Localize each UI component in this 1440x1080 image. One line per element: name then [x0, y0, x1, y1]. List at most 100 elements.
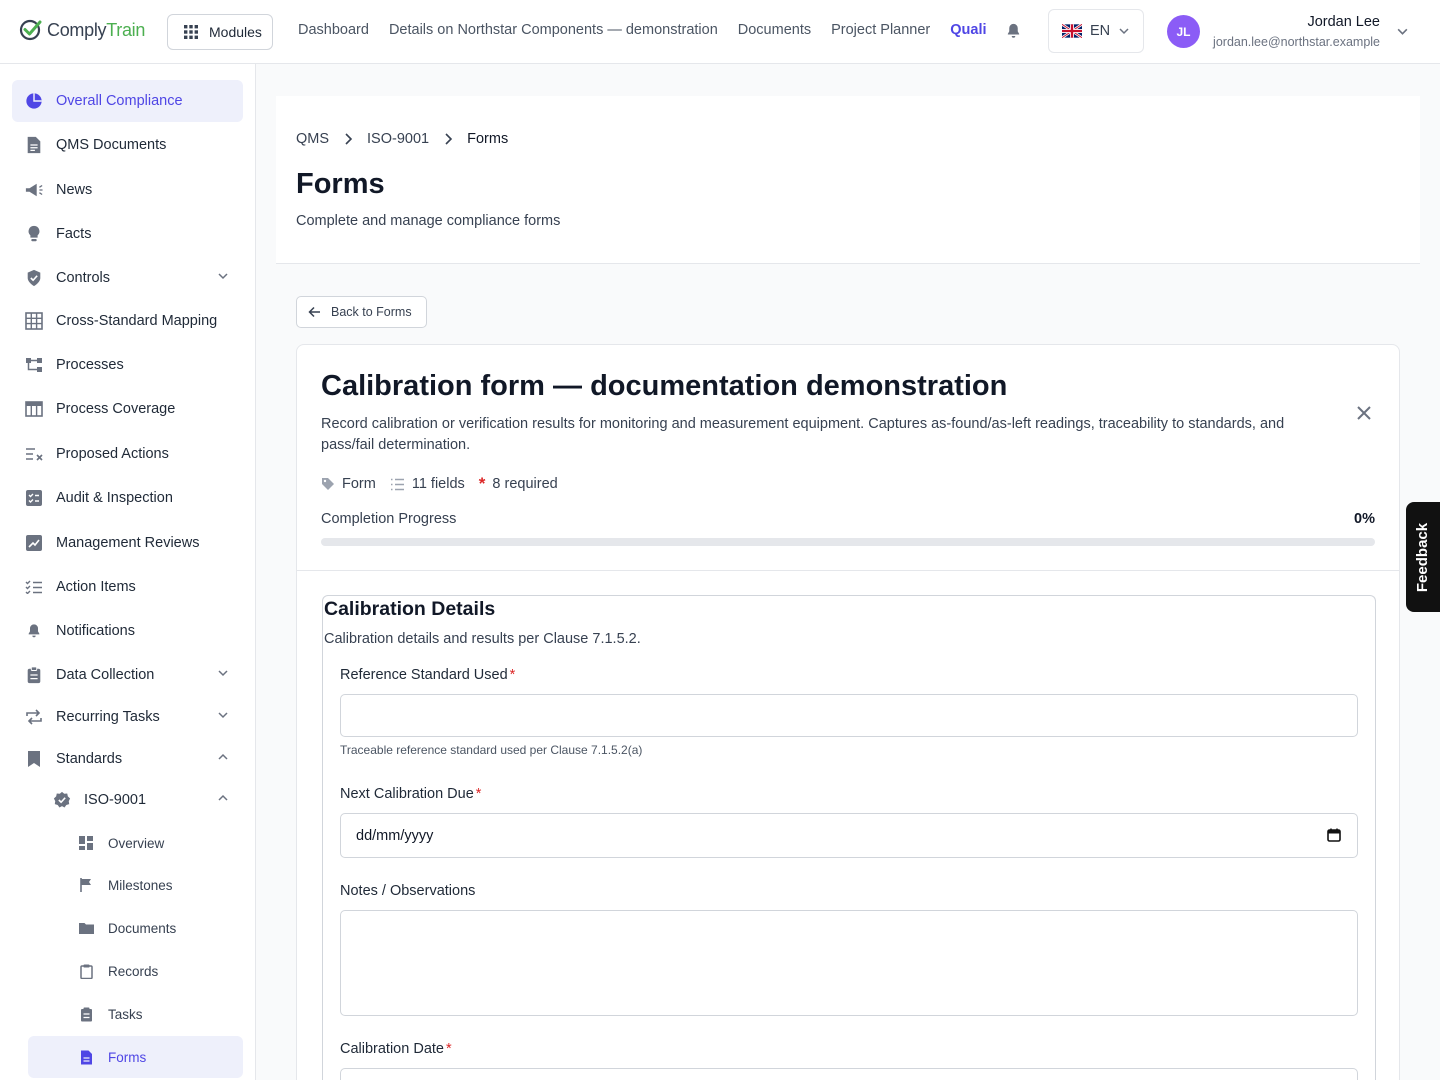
sidebar-item-facts[interactable]: Facts	[12, 213, 243, 255]
sidebar-item-processes[interactable]: Processes	[12, 344, 243, 386]
sidebar-item-iso-9001[interactable]: ISO-9001	[40, 779, 243, 821]
sidebar-item-label: Audit & Inspection	[56, 490, 173, 506]
sidebar-item-management-reviews[interactable]: Management Reviews	[12, 522, 243, 564]
megaphone-icon	[24, 180, 44, 200]
section-calibration-details: Calibration Details Calibration details …	[322, 595, 1376, 1080]
sidebar-item-process-coverage[interactable]: Process Coverage	[12, 388, 243, 430]
sidebar-item-proposed-actions[interactable]: Proposed Actions	[12, 433, 243, 475]
sidebar-item-overview[interactable]: Overview	[64, 822, 243, 864]
chevron-down-icon	[1119, 28, 1129, 35]
sidebar-item-label: Action Items	[56, 579, 136, 595]
sidebar-item-milestones[interactable]: Milestones	[64, 864, 243, 906]
app-logo[interactable]: ComplyTrain	[19, 18, 145, 42]
modules-label: Modules	[209, 24, 262, 40]
user-menu-chevron-icon[interactable]	[1396, 25, 1409, 38]
dashboard-icon	[76, 833, 96, 853]
nav-project-planner[interactable]: Project Planner	[831, 22, 930, 38]
field-label-calibration-date: Calibration Date *	[340, 1041, 452, 1057]
chevron-right-icon	[445, 133, 453, 145]
feedback-tab[interactable]: Feedback	[1406, 502, 1440, 612]
chevron-up-icon[interactable]	[217, 792, 229, 804]
folder-icon	[76, 918, 96, 938]
breadcrumb-qms[interactable]: QMS	[296, 131, 329, 147]
repeat-icon	[24, 707, 44, 727]
chevron-down-icon[interactable]	[217, 270, 229, 282]
bookmark-icon	[24, 749, 44, 769]
sidebar-item-data-collection[interactable]: Data Collection	[12, 654, 243, 696]
progress-value: 0%	[1354, 511, 1375, 527]
chevron-up-icon[interactable]	[217, 751, 229, 763]
reference-standard-input[interactable]	[340, 694, 1358, 737]
grid-dots-icon	[184, 25, 198, 39]
sidebar-item-standards[interactable]: Standards	[12, 738, 243, 780]
sidebar-item-label: Overall Compliance	[56, 93, 183, 109]
sidebar-item-controls[interactable]: Controls	[12, 257, 243, 299]
sidebar-item-forms[interactable]: Forms	[28, 1036, 243, 1078]
close-icon[interactable]	[1355, 404, 1373, 422]
language-code: EN	[1090, 23, 1111, 39]
next-calibration-due-date-input[interactable]: dd/mm/yyyy	[340, 813, 1358, 858]
bell-icon[interactable]	[1005, 22, 1022, 40]
tag-icon	[322, 478, 334, 490]
clipboard-icon	[24, 665, 44, 685]
form-icon	[76, 1047, 96, 1067]
logo-text: ComplyTrain	[47, 19, 146, 40]
field-label-next-calibration-due: Next Calibration Due *	[340, 786, 482, 802]
progress-label: Completion Progress	[321, 511, 457, 527]
nav-dashboard[interactable]: Dashboard	[298, 22, 369, 38]
list-icon	[390, 478, 404, 490]
sidebar-item-label: Cross-Standard Mapping	[56, 313, 218, 329]
chevron-down-icon[interactable]	[217, 667, 229, 679]
sidebar-item-label: Notifications	[56, 623, 135, 639]
sidebar-item-cross-standard-mapping[interactable]: Cross-Standard Mapping	[12, 300, 243, 342]
divider	[297, 570, 1399, 571]
calendar-icon[interactable]	[1327, 828, 1341, 842]
list-check-icon	[24, 577, 44, 597]
calibration-date-input[interactable]	[340, 1068, 1358, 1080]
back-to-forms-button[interactable]: Back to Forms	[296, 296, 427, 328]
sidebar-item-recurring-tasks[interactable]: Recurring Tasks	[12, 696, 243, 738]
nav-project-details[interactable]: Details on Northstar Components — demons…	[389, 22, 718, 38]
user-name[interactable]: Jordan Lee	[1307, 14, 1380, 30]
bell-icon	[24, 621, 44, 641]
sidebar-item-news[interactable]: News	[12, 169, 243, 211]
breadcrumb-iso-9001[interactable]: ISO-9001	[367, 131, 429, 147]
table-icon	[24, 399, 44, 419]
form-type: Form	[342, 476, 376, 492]
notes-textarea[interactable]	[340, 910, 1358, 1016]
sidebar-item-action-items[interactable]: Action Items	[12, 566, 243, 608]
form-meta: Form 11 fields * 8 required	[321, 474, 558, 494]
nav-documents[interactable]: Documents	[738, 22, 811, 38]
sidebar-item-label: Process Coverage	[56, 401, 176, 417]
sidebar-item-notifications[interactable]: Notifications	[12, 610, 243, 652]
sidebar-item-audit-inspection[interactable]: Audit & Inspection	[12, 477, 243, 519]
required-asterisk-icon: *	[478, 474, 486, 493]
language-selector[interactable]: EN	[1048, 9, 1144, 53]
sidebar-item-label: Facts	[56, 226, 92, 242]
feedback-label: Feedback	[1414, 522, 1432, 592]
pie-chart-icon	[24, 91, 44, 111]
progress-bar	[321, 538, 1375, 546]
form-required-count: 8 required	[492, 476, 558, 492]
arrow-left-icon	[308, 306, 320, 318]
form-title: Calibration form — documentation demonst…	[321, 370, 1008, 402]
form-description: Record calibration or verification resul…	[321, 416, 1285, 453]
sidebar-item-qms-documents[interactable]: QMS Documents	[12, 124, 243, 166]
sidebar: Overall Compliance QMS Documents News Fa…	[0, 64, 256, 1080]
sidebar-item-overall-compliance[interactable]: Overall Compliance	[12, 80, 243, 122]
page-subtitle: Complete and manage compliance forms	[296, 213, 561, 229]
sidebar-item-label: ISO-9001	[84, 792, 147, 808]
form-field-count: 11 fields	[411, 476, 465, 492]
breadcrumb: QMS ISO-9001 Forms	[296, 131, 508, 147]
chevron-right-icon	[345, 133, 353, 145]
section-subtitle: Calibration details and results per Clau…	[324, 631, 641, 647]
user-email: jordan.lee@northstar.example	[1213, 35, 1380, 49]
chevron-down-icon[interactable]	[217, 709, 229, 721]
modules-button[interactable]: Modules	[167, 14, 273, 50]
sidebar-item-label: Data Collection	[56, 667, 155, 683]
nav-quality[interactable]: Quali	[950, 22, 986, 38]
sidebar-item-documents[interactable]: Documents	[64, 907, 243, 949]
sidebar-item-tasks[interactable]: Tasks	[64, 993, 243, 1035]
avatar[interactable]: JL	[1167, 15, 1200, 48]
sidebar-item-records[interactable]: Records	[64, 950, 243, 992]
